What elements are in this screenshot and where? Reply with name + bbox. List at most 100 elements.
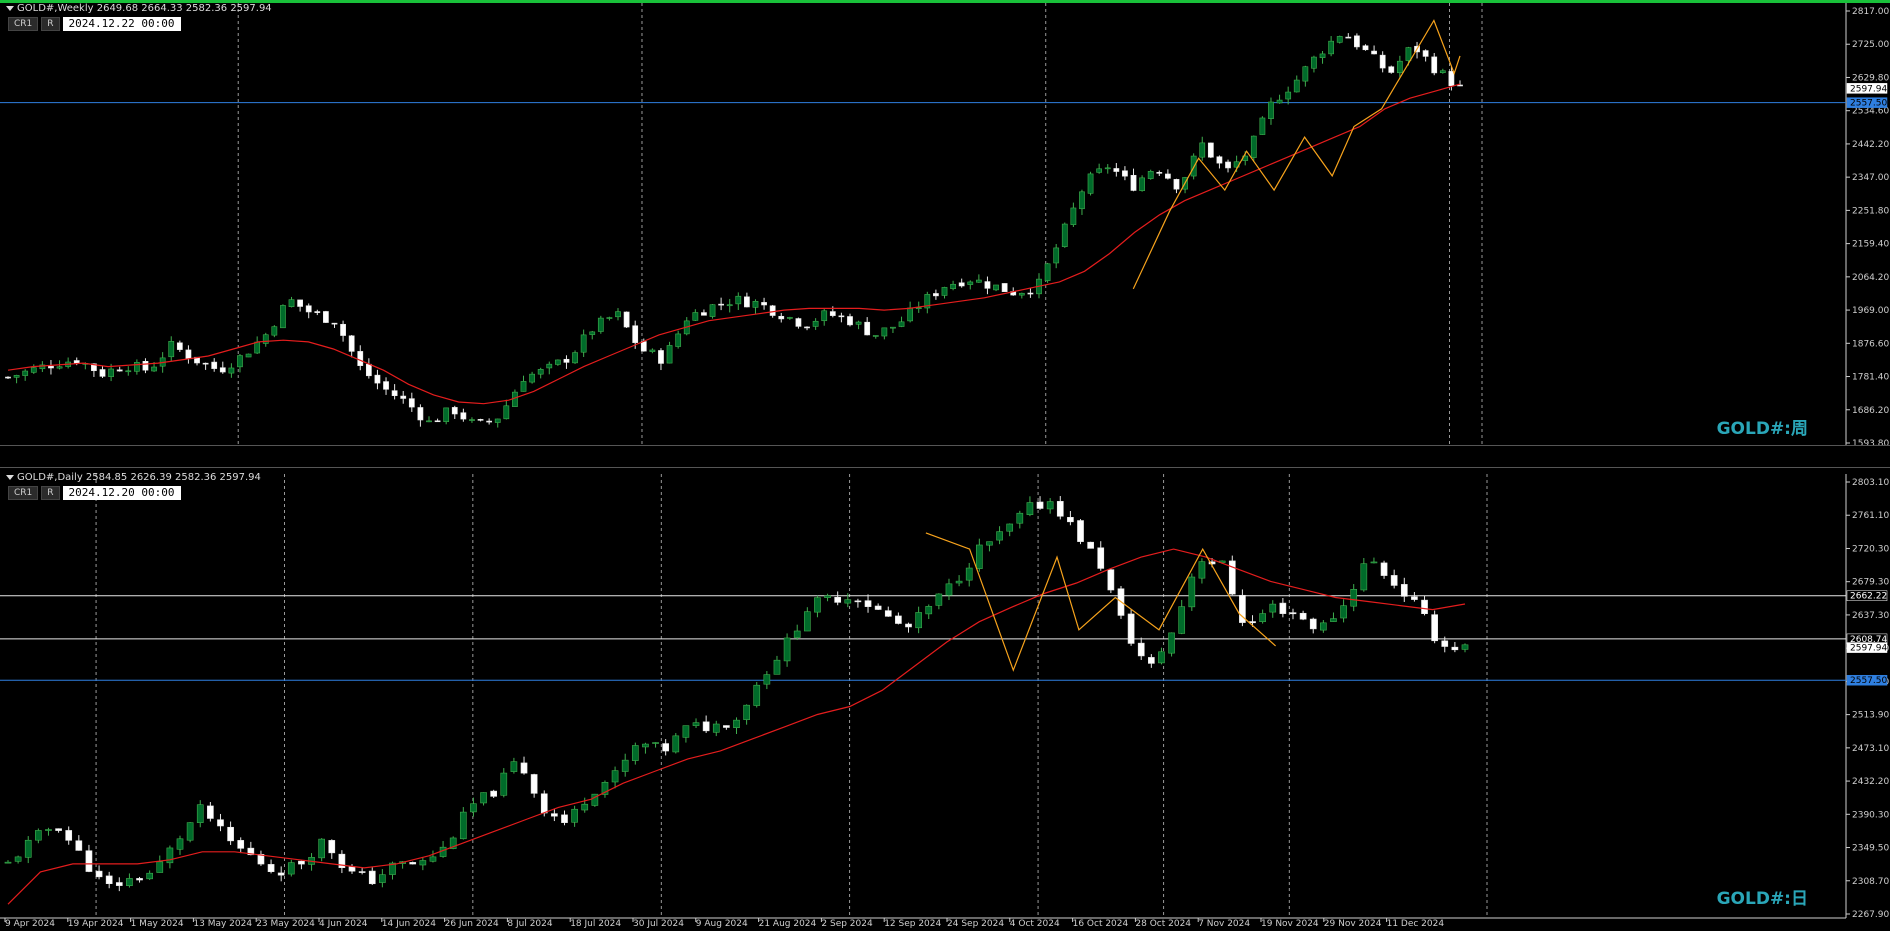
y-tick-label: 1686.20 [1852, 406, 1889, 416]
weekly-chart-header: GOLD#,Weekly 2649.68 2664.33 2582.36 259… [6, 3, 272, 14]
candle-body [340, 323, 346, 336]
candle-body [417, 407, 424, 421]
weekly-chart-canvas[interactable]: 2817.002725.002629.802534.602442.202347.… [0, 3, 1890, 445]
candle-body [597, 317, 604, 332]
candle-body [271, 326, 278, 336]
candle-body [22, 370, 29, 376]
candle-body [323, 311, 329, 323]
candle-body [675, 333, 682, 347]
candle-body [925, 606, 933, 615]
daily-chart-panel[interactable]: 2803.102761.102720.302679.302637.302596.… [0, 468, 1890, 931]
badge-r[interactable]: R [41, 486, 60, 500]
daily-chart-canvas[interactable]: 2803.102761.102720.302679.302637.302596.… [0, 468, 1890, 931]
collapse-triangle-icon[interactable] [6, 5, 14, 11]
y-tick-label: 2347.00 [1852, 173, 1889, 183]
candle-body [35, 830, 42, 841]
candle-body [1451, 646, 1459, 651]
candle-body [520, 762, 528, 774]
candle-body [1371, 50, 1377, 55]
candle-body [829, 311, 836, 316]
y-tick-label: 2803.10 [1852, 478, 1889, 488]
candle-body [219, 367, 226, 373]
candle-body [348, 866, 356, 872]
candle-body [838, 315, 845, 318]
candle-body [950, 283, 956, 289]
candle-body [48, 366, 54, 369]
y-tick-label: 2267.90 [1852, 910, 1889, 920]
candle-body [1079, 191, 1085, 210]
candle-body [701, 312, 707, 316]
y-tick-label: 2390.30 [1852, 810, 1889, 820]
x-tick-label: 14 Jun 2024 [382, 919, 436, 929]
candle-body [864, 600, 872, 607]
candle-body [365, 363, 372, 377]
candle-body [1259, 117, 1266, 135]
candle-body [1168, 632, 1175, 654]
candle-body [151, 366, 157, 372]
candle-body [1056, 501, 1064, 517]
candle-body [726, 304, 733, 307]
candle-body [55, 828, 62, 831]
y-tick-label: 2308.70 [1852, 877, 1889, 887]
price-level-label: 2597.94 [1850, 644, 1887, 654]
candle-body [237, 355, 243, 368]
candle-body [1396, 60, 1403, 74]
candle-body [262, 334, 269, 344]
y-tick-label: 2720.30 [1852, 544, 1889, 554]
candle-body [186, 822, 194, 841]
candle-body [379, 874, 386, 883]
candle-body [1370, 561, 1378, 564]
candle-body [967, 281, 974, 285]
candle-body [1178, 606, 1186, 634]
price-level-label: 2662.22 [1850, 592, 1887, 602]
candle-body [500, 772, 508, 796]
badge-r[interactable]: R [41, 17, 60, 31]
candle-body [1113, 168, 1120, 172]
y-tick-label: 1969.00 [1852, 306, 1889, 316]
candle-body [1431, 614, 1438, 642]
candle-body [374, 374, 381, 384]
x-tick-label: 30 Jul 2024 [633, 919, 684, 929]
candle-body [795, 318, 802, 327]
daily-watermark: GOLD#:日 [1716, 889, 1808, 909]
candle-body [298, 860, 305, 865]
candle-body [1156, 172, 1163, 174]
candle-body [520, 381, 527, 392]
candle-body [196, 804, 204, 823]
y-tick-label: 2629.80 [1852, 73, 1889, 83]
candle-body [993, 284, 999, 291]
candle-body [895, 615, 902, 624]
candle-body [1461, 644, 1469, 650]
candle-body [941, 287, 948, 296]
candle-body [227, 826, 234, 842]
y-tick-label: 2473.10 [1852, 744, 1889, 754]
candle-body [24, 839, 32, 858]
candle-body [666, 345, 673, 364]
candle-body [156, 861, 164, 873]
candle-body [1285, 91, 1292, 100]
weekly-chart-panel[interactable]: 2817.00 2725.00 2629.80 2534.60 2442.20 2347.… [0, 0, 1890, 445]
y-tick-label: 2251.80 [1852, 206, 1889, 216]
candle-body [297, 299, 303, 307]
candle-body [743, 704, 750, 720]
candle-body [451, 407, 458, 415]
candle-body [1188, 576, 1196, 608]
badge-cr1[interactable]: CR1 [8, 486, 39, 500]
candle-body [589, 331, 596, 335]
candle-body [1354, 35, 1360, 48]
candle-body [65, 830, 73, 841]
x-tick-label: 11 Dec 2024 [1387, 919, 1445, 929]
weekly-ohlc-text: GOLD#,Weekly 2649.68 2664.33 2582.36 259… [17, 3, 272, 14]
candle-body [1097, 547, 1105, 569]
candle-body [146, 872, 153, 880]
collapse-triangle-icon[interactable] [6, 474, 14, 480]
badge-cr1[interactable]: CR1 [8, 17, 39, 31]
candle-body [611, 770, 619, 783]
x-tick-label: 16 Oct 2024 [1073, 919, 1129, 929]
candle-body [1249, 621, 1256, 624]
candle-body [168, 341, 175, 358]
candle-body [844, 599, 852, 604]
candle-body [864, 321, 871, 336]
candle-body [1320, 622, 1327, 631]
panel-separator[interactable] [0, 445, 1890, 468]
